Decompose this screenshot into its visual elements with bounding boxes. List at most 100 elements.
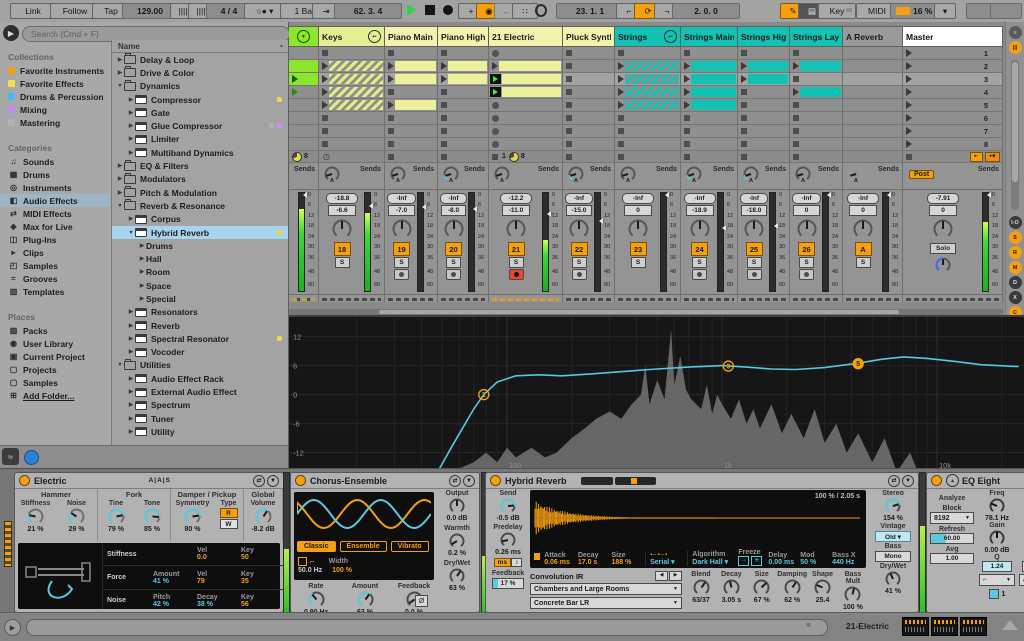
tine-knob[interactable] [107, 507, 126, 526]
arm-button[interactable] [394, 269, 409, 280]
tree-expand-arrow[interactable]: ▶ [116, 163, 124, 169]
device-activator[interactable] [931, 475, 942, 486]
volume-value[interactable]: -7.0 [388, 205, 415, 216]
clip[interactable] [691, 61, 736, 71]
device-thumbnail[interactable] [931, 617, 958, 636]
clip-slot[interactable] [843, 73, 903, 86]
send-knob[interactable] [499, 497, 517, 515]
hp-filter-icon[interactable]: ⌐ [310, 557, 315, 566]
solo-button[interactable]: S [446, 257, 461, 268]
tree-expand-arrow[interactable]: ▶ [116, 57, 124, 63]
track-header-strings[interactable]: Strings↩ [615, 26, 681, 47]
scene-overview-button[interactable]: ≡ [1009, 26, 1022, 39]
knob-value[interactable]: 80 % [176, 526, 210, 533]
group-clip-hatch[interactable] [329, 87, 383, 97]
clip-slot[interactable] [681, 112, 738, 125]
tree-item-hall[interactable]: ▶Hall [112, 252, 288, 265]
peak-level-value[interactable]: -12.2 [500, 193, 532, 204]
sidebar-item-mixing[interactable]: Mixing [0, 103, 110, 116]
overload-indicator-2[interactable] [990, 3, 1022, 19]
clip-slot[interactable] [563, 86, 615, 99]
clip-slot[interactable] [489, 73, 563, 86]
group-clip-hatch[interactable] [329, 74, 383, 84]
hot-swap-icon[interactable]: ⇄ [888, 475, 900, 487]
clip-slot[interactable] [681, 86, 738, 99]
clip-slot[interactable] [843, 60, 903, 73]
show-hide-device-view-button[interactable] [1002, 620, 1018, 630]
track-header-piano-high[interactable]: Piano High [438, 26, 489, 47]
clip-slot[interactable] [289, 125, 319, 138]
preview-icon[interactable]: ▶ [4, 619, 21, 636]
tree-expand-arrow[interactable]: ▶ [127, 150, 135, 156]
clip-slot[interactable] [289, 60, 319, 73]
pan-knob[interactable] [796, 218, 818, 240]
mixer-section-toggle-d[interactable]: D [1009, 276, 1022, 289]
clip-slot[interactable] [385, 73, 438, 86]
track-header-keys[interactable]: Keys↩ [319, 26, 385, 47]
clip-slot[interactable] [790, 60, 843, 73]
knob-value[interactable]: 3.05 s [716, 597, 746, 604]
clip-slot[interactable] [385, 60, 438, 73]
track-activator[interactable]: 21 [508, 242, 525, 256]
clip-slot[interactable] [385, 138, 438, 151]
warmth-knob[interactable] [448, 532, 466, 550]
clip-slot[interactable] [385, 112, 438, 125]
clip-slot[interactable] [843, 99, 903, 112]
peak-level-value[interactable]: -Inf [387, 193, 416, 204]
sidebar-item-sounds[interactable]: ♫Sounds [0, 155, 110, 168]
cell-value[interactable]: 38 % [197, 601, 241, 608]
clip-slot[interactable] [489, 125, 563, 138]
tree-expand-arrow[interactable]: ▼ [116, 83, 124, 89]
clip-slot[interactable] [738, 99, 790, 112]
clip-slot[interactable] [319, 86, 385, 99]
fader-marker[interactable] [827, 192, 831, 198]
hot-swap-icon[interactable]: ⇄ [253, 475, 265, 487]
freeze-button[interactable]: ✳ [751, 556, 762, 566]
tree-item-drive-color[interactable]: ▶Drive & Color [112, 66, 288, 79]
clip-slot[interactable] [438, 73, 489, 86]
cell-value[interactable]: 42 % [153, 601, 197, 608]
clip-slot[interactable] [289, 86, 319, 99]
tree-item-eq-filters[interactable]: ▶EQ & Filters [112, 159, 288, 172]
cell-value[interactable]: 50 [241, 554, 284, 561]
fader-marker[interactable] [599, 218, 603, 224]
clip[interactable] [499, 61, 561, 71]
clip-slot[interactable] [681, 60, 738, 73]
hp-value[interactable]: 50.0 Hz [298, 567, 322, 574]
knob-value[interactable]: 0.0 dB [437, 515, 477, 522]
track-header-strings-layer[interactable]: Strings Layer [790, 26, 843, 47]
knob-value[interactable]: 154 % [870, 515, 916, 522]
tree-expand-arrow[interactable]: ▶ [138, 269, 146, 275]
predelay-knob[interactable] [499, 531, 517, 549]
session-record-button[interactable] [530, 3, 552, 17]
loop-start-field[interactable]: 23. 1. 1 [556, 3, 624, 19]
filter-type-select[interactable]: ⌐▼ [979, 574, 1015, 586]
clip-slot[interactable] [489, 99, 563, 112]
track-activator[interactable]: A [855, 242, 872, 256]
clip[interactable] [395, 61, 436, 71]
decay-knob[interactable] [722, 578, 741, 597]
clip-slot[interactable] [385, 99, 438, 112]
pan-knob[interactable] [568, 218, 590, 240]
clip[interactable] [448, 74, 487, 84]
vintage-select[interactable]: Old ▾ [875, 531, 911, 542]
clip-slot[interactable] [563, 99, 615, 112]
tree-item-spectral-resonator[interactable]: ▶Spectral Resonator [112, 332, 288, 345]
tree-expand-arrow[interactable]: ▶ [127, 402, 135, 408]
group-fold-icon[interactable]: ▼ [297, 30, 310, 43]
clip-slot[interactable] [615, 112, 681, 125]
refresh-box[interactable]: 60.00 [930, 533, 974, 544]
dry-wet-knob[interactable] [884, 570, 902, 588]
track-activator[interactable]: 23 [630, 242, 647, 256]
volume-value[interactable]: -18.9 [686, 205, 714, 216]
volume-value[interactable]: -11.0 [502, 205, 530, 216]
shape-knob[interactable] [813, 578, 832, 597]
solo-button[interactable]: S [335, 257, 350, 268]
cell-value[interactable]: 35 [241, 578, 284, 585]
fader-marker[interactable] [473, 206, 477, 212]
record-button[interactable] [436, 3, 460, 17]
track-activator[interactable]: 18 [334, 242, 351, 256]
avg-box[interactable]: 1.00 [930, 553, 974, 564]
tree-item-pitch-modulation[interactable]: ▶Pitch & Modulation [112, 186, 288, 199]
knob-value[interactable]: -8.2 dB [246, 526, 280, 533]
